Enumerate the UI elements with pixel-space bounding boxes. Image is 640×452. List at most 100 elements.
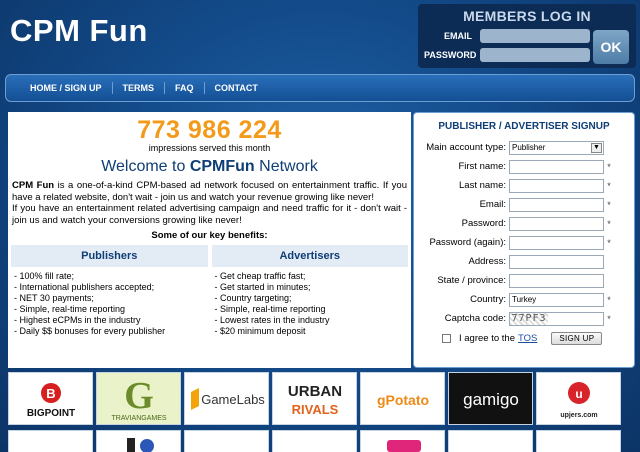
- chevron-down-icon[interactable]: ▼: [591, 142, 602, 153]
- list-item: $20 minimum deposit: [215, 326, 406, 337]
- welcome-prefix: Welcome to: [101, 158, 190, 175]
- main-content: 773 986 224 impressions served this mont…: [8, 112, 411, 368]
- travian-text: TRAVIANGAMES: [111, 415, 166, 422]
- required-mark: *: [607, 294, 611, 305]
- list-item: Lowest rates in the industry: [215, 315, 406, 326]
- partner-logo-partial: [386, 440, 421, 452]
- address-field[interactable]: [509, 254, 604, 269]
- site-logo[interactable]: CPM Fun: [10, 13, 148, 49]
- intro-paragraph-2: If you have an entertainment related adv…: [12, 203, 407, 226]
- gpotato-text: gPotato: [376, 392, 428, 408]
- required-mark: *: [607, 161, 611, 172]
- required-mark: *: [607, 180, 611, 191]
- first-name-input[interactable]: [509, 159, 604, 174]
- signup-title: PUBLISHER / ADVERTISER SIGNUP: [438, 121, 610, 132]
- members-login-panel: MEMBERS LOG IN EMAIL PASSWORD OK: [418, 4, 636, 68]
- partner-logo-partial: [126, 438, 154, 452]
- nav-home-signup[interactable]: HOME / SIGN UP: [20, 82, 113, 94]
- required-mark: *: [607, 199, 611, 210]
- login-ok-button[interactable]: OK: [593, 30, 629, 64]
- password-field-label: Password:: [461, 218, 506, 229]
- account-type-label: Main account type:: [426, 142, 506, 153]
- upjers-logo: u upjers.com: [560, 381, 597, 419]
- last-name-input[interactable]: [509, 178, 604, 193]
- captcha-label: Captcha code:: [444, 313, 506, 324]
- publishers-column: Publishers 100% fill rate; International…: [11, 245, 208, 341]
- password-again-field[interactable]: [509, 235, 604, 250]
- svg-text:B: B: [46, 386, 55, 401]
- partner-tile[interactable]: [536, 430, 621, 452]
- country-field[interactable]: Turkey: [509, 292, 604, 307]
- travian-logo: G TRAVIANGAMES: [111, 375, 166, 422]
- partner-upjers[interactable]: u upjers.com: [536, 372, 621, 425]
- partner-tile[interactable]: [448, 430, 533, 452]
- agree-text: I agree to the: [459, 333, 515, 344]
- nav-contact[interactable]: CONTACT: [205, 82, 268, 94]
- partner-tile[interactable]: [360, 430, 445, 452]
- partner-urban-rivals[interactable]: URBAN RIVALS: [272, 372, 357, 425]
- partner-gamelabs[interactable]: GameLabs: [184, 372, 269, 425]
- nav-faq[interactable]: FAQ: [165, 82, 205, 94]
- gpotato-logo: gPotato: [376, 392, 428, 408]
- partner-tile[interactable]: [184, 430, 269, 452]
- advertisers-benefits-list: Get cheap traffic fast; Get started in m…: [212, 267, 409, 341]
- required-mark: *: [607, 313, 611, 324]
- publishers-benefits-list: 100% fill rate; International publishers…: [11, 267, 208, 341]
- login-password-input[interactable]: [480, 48, 590, 62]
- tos-checkbox[interactable]: [442, 334, 451, 343]
- address-label: Address:: [468, 256, 507, 267]
- advertisers-column: Advertisers Get cheap traffic fast; Get …: [211, 245, 409, 341]
- form-row-address: Address:: [414, 252, 634, 271]
- benefits-title: Some of our key benefits:: [151, 230, 268, 241]
- list-item: Country targeting;: [215, 293, 406, 304]
- welcome-brand: CPMFun: [189, 158, 255, 175]
- captcha-field[interactable]: 77PF3: [509, 311, 604, 326]
- partner-tile[interactable]: [96, 430, 181, 452]
- partner-tile[interactable]: [8, 430, 93, 452]
- form-row-first-name: First name: *: [414, 157, 634, 176]
- account-type-value: Publisher: [512, 142, 546, 152]
- partner-logos: B BIGPOINT G TRAVIANGAMES GameLabs URBAN…: [8, 372, 636, 452]
- password-label: PASSWORD: [424, 50, 477, 60]
- partner-bigpoint[interactable]: B BIGPOINT: [8, 372, 93, 425]
- list-item: Simple, real-time reporting: [14, 304, 205, 315]
- password-field[interactable]: [509, 216, 604, 231]
- list-item: Daily $$ bonuses for every publisher: [14, 326, 205, 337]
- list-item: NET 30 payments;: [14, 293, 205, 304]
- country-label: Country:: [470, 294, 506, 305]
- list-item: Simple, real-time reporting: [215, 304, 406, 315]
- svg-text:u: u: [575, 387, 582, 401]
- agree-row: I agree to the TOS SIGN UP: [414, 332, 634, 345]
- welcome-heading: Welcome to CPMFun Network: [8, 158, 411, 176]
- login-email-input[interactable]: [480, 29, 590, 43]
- password-again-label: Password (again):: [429, 237, 506, 248]
- list-item: International publishers accepted;: [14, 282, 205, 293]
- partner-travian[interactable]: G TRAVIANGAMES: [96, 372, 181, 425]
- partner-gpotato[interactable]: gPotato: [360, 372, 445, 425]
- gamigo-text: gamigo: [463, 390, 519, 409]
- main-nav: HOME / SIGN UP TERMS FAQ CONTACT: [5, 74, 635, 102]
- partner-gamigo[interactable]: gamigo: [448, 372, 533, 425]
- signup-button[interactable]: SIGN UP: [551, 332, 603, 345]
- gamigo-logo: gamigo: [463, 390, 519, 409]
- rivals-text: RIVALS: [291, 402, 338, 417]
- advertisers-heading: Advertisers: [211, 245, 408, 267]
- form-row-last-name: Last name: *: [414, 176, 634, 195]
- nav-terms[interactable]: TERMS: [113, 82, 166, 94]
- svg-text:G: G: [124, 375, 154, 417]
- form-row-account-type: Main account type: Publisher ▼: [414, 138, 634, 157]
- tos-link[interactable]: TOS: [518, 333, 537, 344]
- account-type-select[interactable]: Publisher ▼: [509, 140, 604, 155]
- last-name-label: Last name:: [459, 180, 506, 191]
- urban-rivals-logo: URBAN RIVALS: [287, 383, 341, 417]
- email-field-label: Email:: [479, 199, 506, 210]
- state-label: State / province:: [437, 275, 506, 286]
- gamelabs-logo: GameLabs: [190, 387, 265, 410]
- captcha-image: 77PF3: [510, 312, 548, 325]
- partner-tile[interactable]: [272, 430, 357, 452]
- email-field[interactable]: [509, 197, 604, 212]
- intro-paragraph-1: is a one-of-a-kind CPM-based ad network …: [12, 180, 407, 203]
- state-field[interactable]: [509, 273, 604, 288]
- list-item: Highest eCPMs in the industry: [14, 315, 205, 326]
- required-mark: *: [607, 218, 611, 229]
